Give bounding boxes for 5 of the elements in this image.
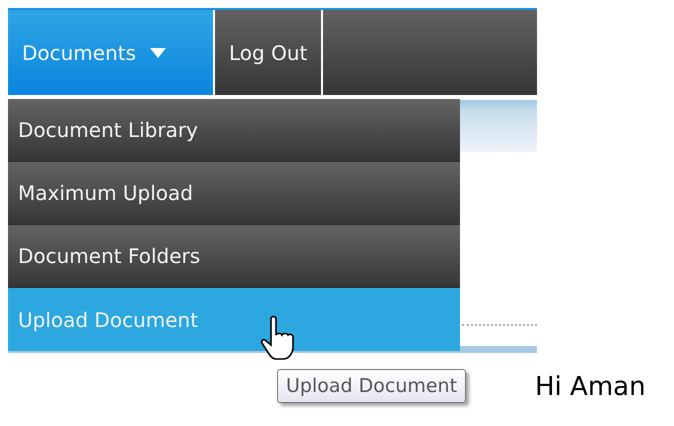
menu-item[interactable]: Document Library	[8, 99, 460, 162]
greeting-text: Hi Aman	[535, 372, 646, 402]
menu-item[interactable]: Maximum Upload	[8, 162, 460, 225]
menu-item[interactable]: Document Folders	[8, 225, 460, 288]
tooltip: Upload Document	[277, 369, 466, 403]
